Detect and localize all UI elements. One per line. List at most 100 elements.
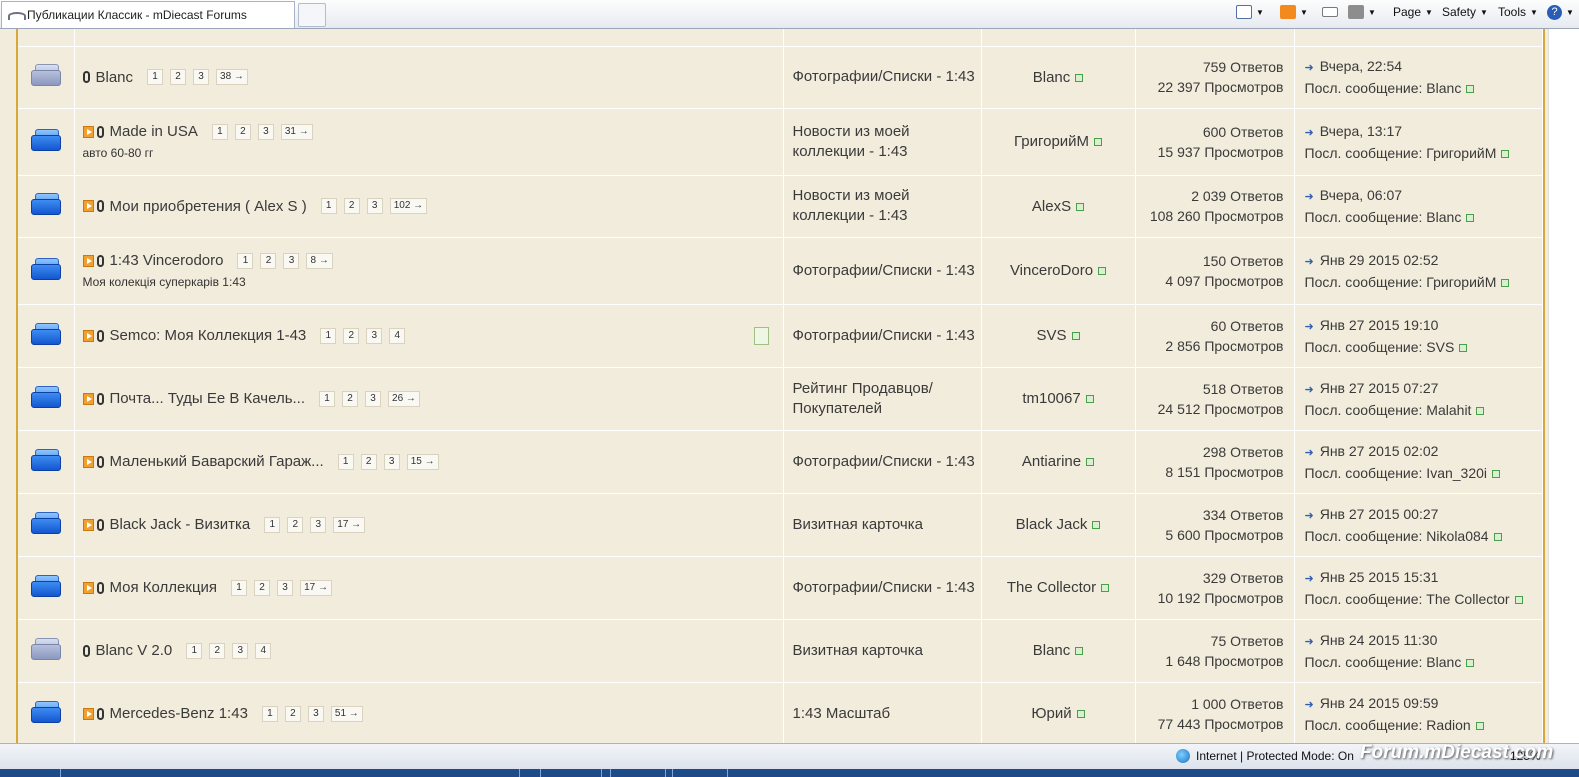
page-link[interactable]: 1 bbox=[147, 69, 164, 85]
page-link[interactable]: 3 bbox=[310, 516, 327, 533]
security-zone[interactable]: Internet | Protected Mode: On bbox=[1176, 749, 1354, 763]
last-post-date[interactable]: Янв 24 2015 09:59 bbox=[1320, 695, 1439, 711]
forum-name[interactable]: Фотографии/Списки - 1:43 bbox=[783, 430, 982, 494]
thread-title-link[interactable]: Mercedes-Benz 1:43 bbox=[110, 705, 248, 722]
page-link[interactable]: 1 bbox=[264, 516, 281, 533]
browser-tab[interactable]: Публикации Классик - mDiecast Forums bbox=[1, 1, 295, 28]
page-link[interactable]: 1 bbox=[231, 579, 248, 596]
last-post-date[interactable]: Вчера, 13:17 bbox=[1320, 123, 1402, 139]
author-link[interactable]: SVS bbox=[1036, 327, 1066, 344]
page-link[interactable]: 2 bbox=[260, 252, 277, 269]
page-link[interactable]: 3 bbox=[383, 453, 400, 470]
page-link[interactable]: 1 bbox=[237, 252, 254, 269]
last-post-author[interactable]: Посл. сообщение: Blanc bbox=[1305, 654, 1462, 670]
profile-link-icon[interactable] bbox=[1501, 149, 1510, 158]
forum-name[interactable]: Новости из моей коллекции - 1:43 bbox=[783, 108, 982, 176]
profile-link-icon[interactable] bbox=[1086, 458, 1095, 467]
last-post-arrow-icon[interactable]: ➜ bbox=[1305, 187, 1314, 207]
profile-link-icon[interactable] bbox=[1493, 532, 1502, 541]
goto-first-unread-icon[interactable] bbox=[82, 392, 94, 405]
thread-title-link[interactable]: Blanc V 2.0 bbox=[96, 642, 173, 659]
last-post-arrow-icon[interactable]: ➜ bbox=[1305, 506, 1314, 526]
page-link[interactable]: 17 → bbox=[300, 579, 332, 596]
tools-menu[interactable]: Tools ▼ bbox=[1498, 0, 1538, 24]
last-post-date[interactable]: Янв 24 2015 11:30 bbox=[1320, 632, 1438, 648]
last-post-arrow-icon[interactable]: ➜ bbox=[1305, 569, 1314, 589]
goto-first-unread-icon[interactable] bbox=[82, 254, 94, 267]
page-link[interactable]: 1 bbox=[319, 390, 336, 407]
thread-title-link[interactable]: Blanc bbox=[96, 69, 134, 86]
author-link[interactable]: AlexS bbox=[1032, 198, 1071, 215]
page-link[interactable]: 3 bbox=[257, 123, 274, 140]
last-post-author[interactable]: Посл. сообщение: ГригорийМ bbox=[1305, 145, 1497, 161]
profile-link-icon[interactable] bbox=[1466, 85, 1475, 94]
page-link[interactable]: 2 bbox=[360, 453, 377, 470]
last-post-arrow-icon[interactable]: ➜ bbox=[1305, 317, 1314, 337]
page-link[interactable]: 3 bbox=[232, 642, 249, 659]
page-link[interactable]: 2 bbox=[343, 198, 360, 214]
last-post-date[interactable]: Вчера, 06:07 bbox=[1320, 187, 1402, 203]
last-post-author[interactable]: Посл. сообщение: The Collector bbox=[1305, 591, 1510, 607]
page-link[interactable]: 1 bbox=[320, 198, 337, 214]
last-post-date[interactable]: Янв 25 2015 15:31 bbox=[1320, 569, 1439, 585]
profile-link-icon[interactable] bbox=[1076, 202, 1085, 211]
page-link[interactable]: 15 → bbox=[406, 453, 439, 470]
page-link[interactable]: 3 bbox=[366, 327, 383, 344]
taskbar-button[interactable] bbox=[540, 769, 602, 777]
goto-first-unread-icon[interactable] bbox=[82, 329, 94, 342]
thread-title-link[interactable]: 1:43 Vincerodoro bbox=[110, 252, 224, 269]
forum-name[interactable]: 1:43 Масштаб bbox=[783, 682, 982, 743]
author-link[interactable]: Юрий bbox=[1031, 705, 1071, 722]
last-post-author[interactable]: Посл. сообщение: Ivan_320i bbox=[1305, 465, 1488, 481]
author-link[interactable]: The Collector bbox=[1007, 579, 1096, 596]
page-link[interactable]: 2 bbox=[209, 642, 226, 659]
author-link[interactable]: Blanc bbox=[1033, 642, 1071, 659]
last-post-date[interactable]: Янв 27 2015 02:02 bbox=[1320, 443, 1439, 459]
thread-title-link[interactable]: Semco: Моя Коллекция 1-43 bbox=[110, 327, 307, 344]
page-link[interactable]: 2 bbox=[284, 705, 301, 722]
taskbar-button[interactable] bbox=[610, 769, 666, 777]
profile-link-icon[interactable] bbox=[1085, 395, 1094, 404]
forum-name[interactable]: Фотографии/Списки - 1:43 bbox=[783, 237, 982, 305]
last-post-author[interactable]: Посл. сообщение: ГригорийМ bbox=[1305, 274, 1497, 290]
goto-first-unread-icon[interactable] bbox=[82, 707, 94, 720]
author-link[interactable]: ГригорийМ bbox=[1014, 133, 1089, 150]
goto-first-unread-icon[interactable] bbox=[82, 125, 94, 138]
author-link[interactable]: Black Jack bbox=[1016, 516, 1088, 533]
safety-menu[interactable]: Safety ▼ bbox=[1442, 0, 1488, 24]
profile-link-icon[interactable] bbox=[1071, 332, 1080, 341]
last-post-author[interactable]: Посл. сообщение: Blanc bbox=[1305, 209, 1462, 225]
page-link[interactable]: 4 bbox=[389, 327, 406, 344]
profile-link-icon[interactable] bbox=[1492, 469, 1501, 478]
page-link[interactable]: 3 bbox=[366, 198, 383, 214]
profile-link-icon[interactable] bbox=[1075, 73, 1084, 82]
forum-name[interactable]: Фотографии/Списки - 1:43 bbox=[783, 46, 982, 109]
last-post-date[interactable]: Янв 27 2015 07:27 bbox=[1320, 380, 1439, 396]
profile-link-icon[interactable] bbox=[1101, 584, 1110, 593]
new-tab-button[interactable] bbox=[298, 3, 326, 27]
page-link[interactable]: 2 bbox=[234, 123, 251, 140]
last-post-arrow-icon[interactable]: ➜ bbox=[1305, 252, 1314, 272]
last-post-arrow-icon[interactable]: ➜ bbox=[1305, 380, 1314, 400]
page-link[interactable]: 3 bbox=[365, 390, 382, 407]
thread-title-link[interactable]: Black Jack - Визитка bbox=[110, 516, 251, 533]
taskbar-button[interactable] bbox=[672, 769, 728, 777]
profile-link-icon[interactable] bbox=[1466, 214, 1475, 223]
author-link[interactable]: tm10067 bbox=[1022, 390, 1080, 407]
profile-link-icon[interactable] bbox=[1466, 658, 1475, 667]
feeds-button[interactable]: ▼ bbox=[1280, 0, 1308, 24]
last-post-arrow-icon[interactable]: ➜ bbox=[1305, 443, 1314, 463]
forum-name[interactable]: Новости из моей коллекции - 1:43 bbox=[783, 175, 982, 238]
page-link[interactable]: 2 bbox=[170, 69, 187, 85]
profile-link-icon[interactable] bbox=[1075, 647, 1084, 656]
profile-link-icon[interactable] bbox=[1476, 406, 1485, 415]
forum-name[interactable]: Визитная карточка bbox=[783, 493, 982, 557]
last-post-arrow-icon[interactable]: ➜ bbox=[1305, 123, 1314, 143]
author-link[interactable]: Blanc bbox=[1033, 69, 1071, 86]
forum-name[interactable]: Визитная карточка bbox=[783, 619, 982, 683]
page-link[interactable]: 38 → bbox=[216, 69, 248, 85]
profile-link-icon[interactable] bbox=[1501, 278, 1510, 287]
page-link[interactable]: 1 bbox=[261, 705, 278, 722]
print-button[interactable]: ▼ bbox=[1348, 0, 1376, 24]
vertical-scrollbar[interactable] bbox=[1548, 29, 1579, 743]
